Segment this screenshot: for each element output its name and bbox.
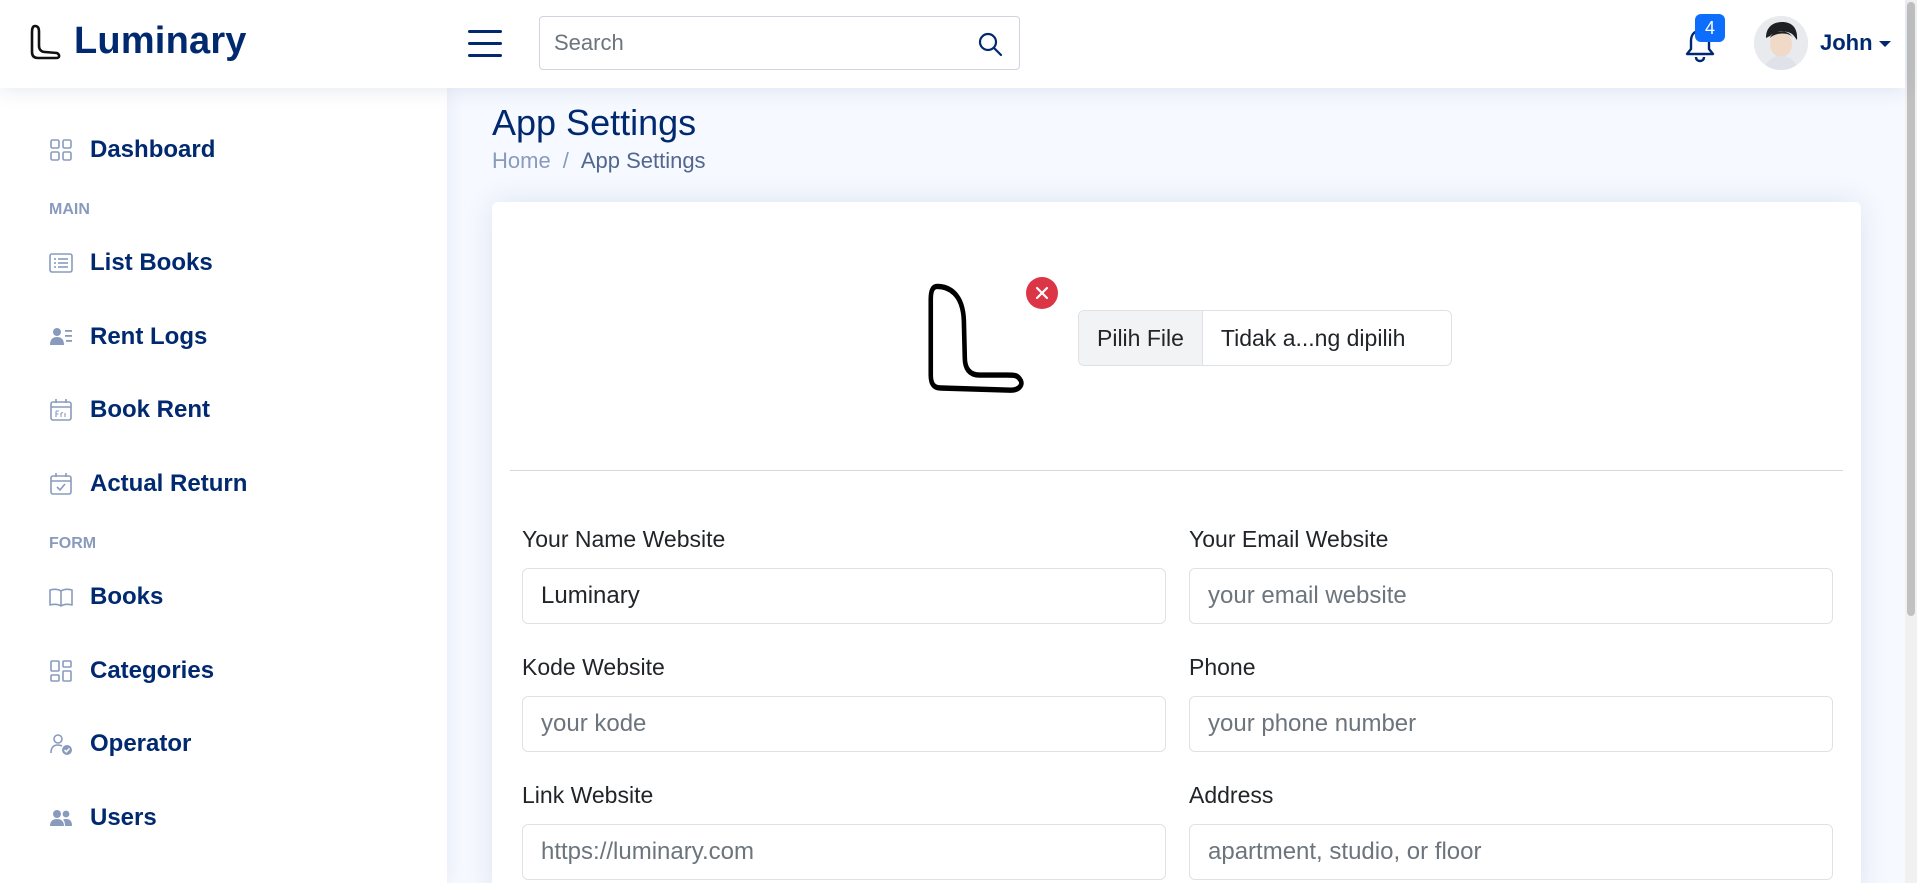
sidebar-item-book-rent[interactable]: Book Rent (30, 382, 430, 438)
sidebar-item-actual-return[interactable]: Actual Return (30, 456, 430, 512)
notification-badge: 4 (1695, 14, 1725, 42)
logo-preview-image (928, 283, 1024, 393)
kode-website-input[interactable] (522, 696, 1166, 752)
section-divider (510, 470, 1843, 471)
sidebar-item-label: Categories (90, 657, 215, 684)
logo-mark-icon (30, 24, 61, 59)
email-website-input[interactable] (1189, 568, 1833, 624)
link-website-label: Link Website (522, 782, 654, 808)
breadcrumb: Home / App Settings (492, 148, 706, 174)
list-icon (48, 250, 74, 276)
sidebar-item-operator[interactable]: Operator (30, 716, 430, 772)
sidebar-item-dashboard[interactable]: Dashboard (30, 122, 430, 178)
sidebar-item-label: List Books (90, 249, 213, 276)
profile-name: John (1820, 30, 1873, 55)
nav-heading-form: FORM (49, 535, 97, 552)
name-website-input[interactable] (522, 568, 1166, 624)
calendar-check-icon (48, 471, 74, 497)
sidebar-item-books[interactable]: Books (30, 569, 430, 625)
breadcrumb-home-link[interactable]: Home (492, 148, 551, 174)
choose-file-button[interactable]: Pilih File (1079, 311, 1203, 365)
sidebar-item-categories[interactable]: Categories (30, 643, 430, 699)
link-website-input[interactable] (522, 824, 1166, 880)
profile-menu[interactable]: John (1754, 16, 1891, 70)
sidebar-item-users[interactable]: Users (30, 790, 430, 846)
avatar (1754, 16, 1808, 70)
sidebar-item-label: Operator (90, 730, 192, 757)
sidebar-item-label: Rent Logs (90, 323, 208, 350)
chevron-down-icon (1878, 41, 1891, 47)
sidebar-item-label: Actual Return (90, 470, 248, 497)
remove-logo-button[interactable] (1026, 277, 1058, 309)
search-input[interactable] (540, 17, 960, 69)
sidebar-item-label: Book Rent (90, 396, 210, 423)
sidebar: Dashboard MAIN List Books Rent Logs Book… (0, 88, 447, 883)
phone-input[interactable] (1189, 696, 1833, 752)
file-status-text: Tidak a...ng dipilih (1220, 324, 1406, 351)
top-header: Luminary 4 John (0, 0, 1905, 88)
file-upload-input[interactable]: Pilih File Tidak a...ng dipilih (1078, 310, 1452, 366)
sidebar-item-label: Dashboard (90, 136, 216, 163)
email-website-label: Your Email Website (1189, 526, 1389, 552)
brand-logo[interactable]: Luminary (30, 20, 247, 63)
calendar-day-icon (48, 397, 74, 423)
grid-icon (48, 137, 74, 163)
sidebar-item-list-books[interactable]: List Books (30, 235, 430, 291)
address-input[interactable] (1189, 824, 1833, 880)
settings-card: Pilih File Tidak a...ng dipilih Your Nam… (492, 202, 1861, 883)
people-icon (48, 805, 74, 831)
close-icon (1035, 286, 1049, 300)
sidebar-item-label: Books (90, 583, 164, 610)
nav-heading-main: MAIN (49, 201, 90, 218)
breadcrumb-separator: / (562, 148, 569, 173)
sidebar-item-label: Users (90, 804, 157, 831)
person-check-icon (48, 731, 74, 757)
sidebar-toggle-icon[interactable] (468, 28, 504, 58)
sidebar-item-rent-logs[interactable]: Rent Logs (30, 309, 430, 365)
breadcrumb-current: App Settings (580, 148, 706, 173)
search-icon[interactable] (977, 31, 1003, 57)
name-website-label: Your Name Website (522, 526, 726, 552)
page-title: App Settings (492, 102, 697, 143)
book-icon (48, 584, 74, 610)
address-label: Address (1189, 782, 1274, 808)
person-lines-icon (48, 324, 74, 350)
brand-name: Luminary (74, 20, 247, 62)
categories-icon (48, 658, 74, 684)
search-bar (539, 16, 1020, 70)
scrollbar-thumb[interactable] (1907, 2, 1915, 616)
phone-label: Phone (1189, 654, 1256, 680)
kode-website-label: Kode Website (522, 654, 665, 680)
